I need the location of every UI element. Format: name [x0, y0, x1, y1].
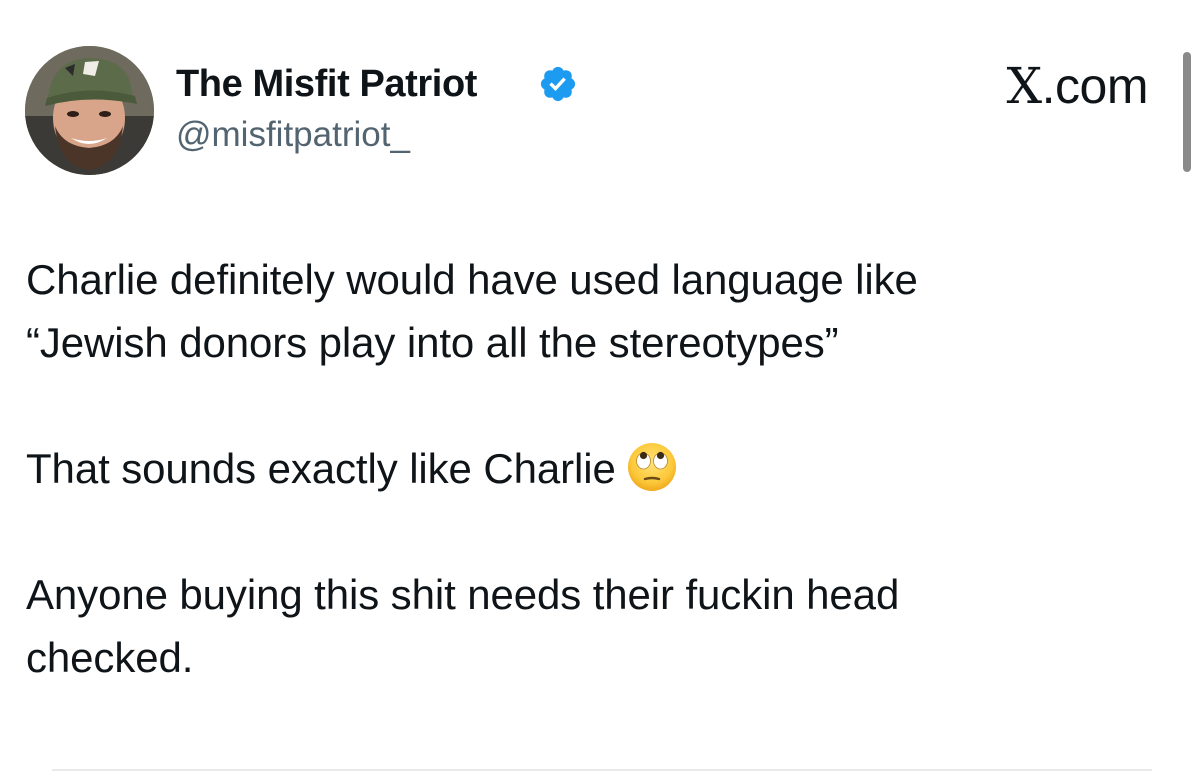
tweet-line: That sounds exactly like Charlie — [26, 437, 1166, 500]
avatar[interactable] — [25, 46, 154, 175]
tweet-paragraph: Anyone buying this shit needs their fuck… — [26, 563, 1166, 689]
tweet-header: The Misfit Patriot @misfitpatriot_ X.com — [0, 0, 1200, 200]
tweet-line: checked. — [26, 634, 194, 681]
tweet-paragraph: That sounds exactly like Charlie — [26, 437, 1166, 500]
tweet-line: Anyone buying this shit needs their fuck… — [26, 571, 900, 618]
tweet-line-text: That sounds exactly like Charlie — [26, 445, 616, 492]
face-with-rolling-eyes-icon — [627, 443, 676, 491]
profile-photo-icon — [25, 46, 154, 175]
verified-badge-icon — [540, 66, 576, 102]
author-handle[interactable]: @misfitpatriot_ — [176, 114, 410, 156]
tweet-line: Charlie definitely would have used langu… — [26, 256, 918, 303]
x-logo-icon: X — [1006, 57, 1043, 115]
author-display-name[interactable]: The Misfit Patriot — [176, 62, 477, 106]
divider — [52, 769, 1152, 771]
tweet-line: “Jewish donors play into all the stereot… — [26, 319, 839, 366]
tweet-paragraph: Charlie definitely would have used langu… — [26, 248, 1166, 374]
tweet-text: Charlie definitely would have used langu… — [26, 248, 1166, 689]
scrollbar[interactable] — [1183, 52, 1191, 172]
source-label: X.com — [1006, 56, 1149, 116]
source-domain: .com — [1041, 58, 1149, 114]
